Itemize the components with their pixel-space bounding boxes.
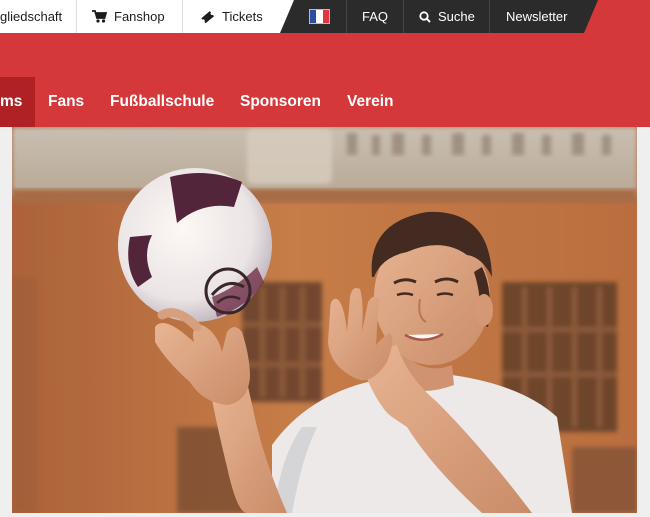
- nav-item-label: Fans: [48, 93, 85, 110]
- utility-bar: gliedschaft Fanshop Tickets FAQ Suche Ne…: [0, 0, 650, 33]
- search-label: Suche: [438, 9, 475, 24]
- divider: [489, 0, 490, 33]
- france-flag-icon: [309, 9, 330, 24]
- nav-item-label: Verein: [347, 93, 394, 110]
- nav-item-fans[interactable]: Fans: [48, 77, 84, 127]
- newsletter-link[interactable]: Newsletter: [506, 0, 567, 33]
- nav-item-label: Fußballschule: [110, 93, 215, 110]
- soccer-player-photo: [12, 127, 637, 513]
- nav-item-label: ms: [0, 93, 23, 110]
- nav-item-teams[interactable]: ms: [0, 77, 35, 127]
- nav-item-label: Sponsoren: [240, 93, 321, 110]
- membership-label: gliedschaft: [0, 9, 63, 24]
- nav-item-fussballschule[interactable]: Fußballschule: [110, 77, 214, 127]
- nav-item-verein[interactable]: Verein: [347, 77, 394, 127]
- tickets-label: Tickets: [222, 9, 263, 24]
- ticket-icon: [201, 10, 215, 23]
- membership-link[interactable]: gliedschaft: [0, 0, 62, 33]
- search-link[interactable]: Suche: [419, 0, 475, 33]
- nav-item-sponsoren[interactable]: Sponsoren: [240, 77, 321, 127]
- divider: [403, 0, 404, 33]
- search-icon: [419, 10, 431, 23]
- flag-stripe: [322, 10, 329, 23]
- faq-label: FAQ: [362, 9, 389, 24]
- faq-link[interactable]: FAQ: [362, 0, 388, 33]
- fanshop-link[interactable]: Fanshop: [92, 0, 165, 33]
- cart-icon: [92, 10, 107, 23]
- main-navigation: ms Fans Fußballschule Sponsoren Verein: [0, 77, 650, 127]
- language-switch[interactable]: [309, 0, 330, 33]
- content-area: [0, 127, 650, 517]
- tickets-link[interactable]: Tickets: [200, 0, 263, 33]
- divider: [182, 0, 183, 33]
- hero-image[interactable]: [12, 127, 637, 513]
- divider: [346, 0, 347, 33]
- fanshop-label: Fanshop: [114, 9, 165, 24]
- newsletter-label: Newsletter: [506, 9, 568, 24]
- divider: [76, 0, 77, 33]
